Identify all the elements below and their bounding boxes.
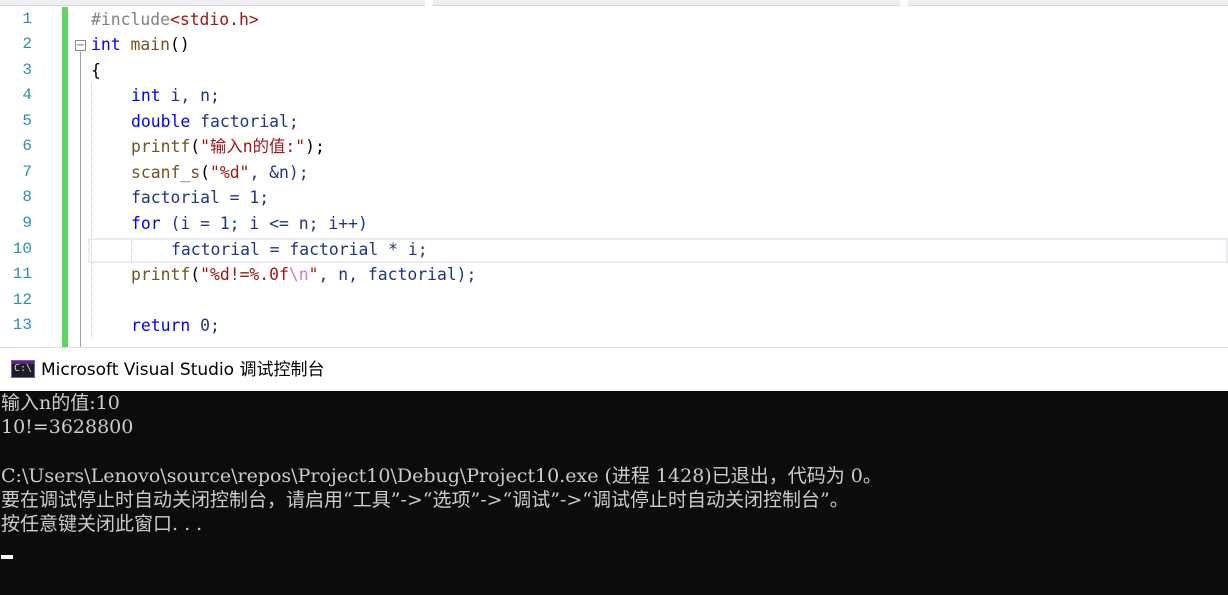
keyword: int (131, 86, 161, 105)
keyword: double (131, 112, 191, 131)
console-window-title: Microsoft Visual Studio 调试控制台 (41, 360, 325, 380)
line-number: 8 (22, 188, 32, 206)
punctuation: ); (305, 137, 325, 156)
code-line[interactable]: return 0; (131, 313, 220, 338)
line-number: 1 (22, 10, 32, 28)
document-tab[interactable] (0, 0, 425, 6)
console-output-line: C:\Users\Lenovo\source\repos\Project10\D… (1, 465, 882, 487)
line-number: 12 (12, 291, 32, 309)
text-cursor (1, 555, 13, 559)
line-number: 2 (22, 35, 32, 53)
function-name: main (130, 35, 170, 54)
brace: { (91, 61, 101, 80)
console-output[interactable]: 输入n的值:10 10!=3628800 C:\Users\Lenovo\sou… (0, 391, 1228, 595)
line-number: 13 (12, 316, 32, 334)
line-number: 9 (22, 214, 32, 232)
string-literal: "输入n的值:" (200, 137, 306, 156)
code-text: factorial; (190, 112, 299, 131)
document-tab-strip (0, 0, 1228, 6)
code-line[interactable]: printf("输入n的值:"); (131, 134, 325, 159)
line-number: 3 (22, 61, 32, 79)
console-output-line: 输入n的值:10 (1, 392, 120, 414)
function-name: scanf_s (131, 163, 201, 182)
string-literal: "%d!=%.0f (200, 265, 289, 284)
code-line[interactable]: for (i = 1; i <= n; i++) (131, 211, 368, 236)
line-number: 11 (12, 265, 32, 283)
document-tab[interactable] (433, 0, 900, 6)
code-line[interactable]: factorial = factorial * i; (171, 237, 428, 262)
code-editor[interactable]: 1 2 3 4 5 6 7 8 9 10 11 12 13 − #include… (0, 0, 1228, 347)
debug-console-window[interactable]: C:\ Microsoft Visual Studio 调试控制台 输入n的值:… (0, 347, 1228, 595)
punctuation: () (169, 35, 190, 54)
punctuation: ( (190, 137, 201, 156)
code-line[interactable]: { (91, 58, 101, 83)
line-number: 4 (22, 86, 32, 104)
console-title-bar[interactable]: C:\ Microsoft Visual Studio 调试控制台 (0, 347, 1228, 391)
string-literal: " (308, 265, 319, 284)
code-line[interactable]: int main() (91, 32, 190, 57)
line-number: 7 (22, 163, 32, 181)
line-number: 6 (22, 137, 32, 155)
code-text: (i = 1; i <= n; i++) (160, 214, 368, 233)
code-line[interactable]: double factorial; (131, 109, 299, 134)
code-line[interactable]: printf("%d!=%.0f\n", n, factorial); (131, 262, 476, 287)
keyword: int (91, 35, 121, 54)
code-line[interactable]: int i, n; (131, 83, 220, 108)
console-app-icon: C:\ (11, 360, 35, 378)
escape-sequence: \n (288, 265, 309, 284)
code-text: , n, factorial); (318, 265, 477, 284)
preprocessor-directive: #include (91, 10, 170, 29)
outline-fold-line (80, 52, 81, 347)
code-text: , &n); (249, 163, 309, 182)
line-number: 10 (12, 240, 32, 258)
header-name: <stdio.h> (169, 10, 259, 29)
line-number: 5 (22, 112, 32, 130)
collapse-icon[interactable]: − (75, 40, 86, 51)
keyword: return (131, 316, 191, 335)
document-tab[interactable] (908, 0, 1228, 6)
string-literal: "%d" (209, 163, 250, 182)
code-text: i, n; (160, 86, 220, 105)
keyword: for (131, 214, 161, 233)
punctuation: ( (190, 265, 201, 284)
console-output-line: 按任意键关闭此窗口. . . (1, 513, 203, 535)
console-output-line: 要在调试停止时自动关闭控制台，请启用“工具”->“选项”->“调试”->“调试停… (1, 489, 849, 511)
console-output-line: 10!=3628800 (1, 416, 134, 438)
indent-guide (91, 83, 92, 338)
code-line[interactable]: factorial = 1; (131, 185, 269, 210)
code-line[interactable]: #include<stdio.h> (91, 7, 259, 32)
change-tracking-bar (62, 7, 68, 347)
punctuation: ( (200, 163, 210, 182)
code-text: 0; (190, 316, 220, 335)
function-name: printf (131, 137, 191, 156)
code-line[interactable]: scanf_s("%d", &n); (131, 160, 309, 185)
function-name: printf (131, 265, 191, 284)
